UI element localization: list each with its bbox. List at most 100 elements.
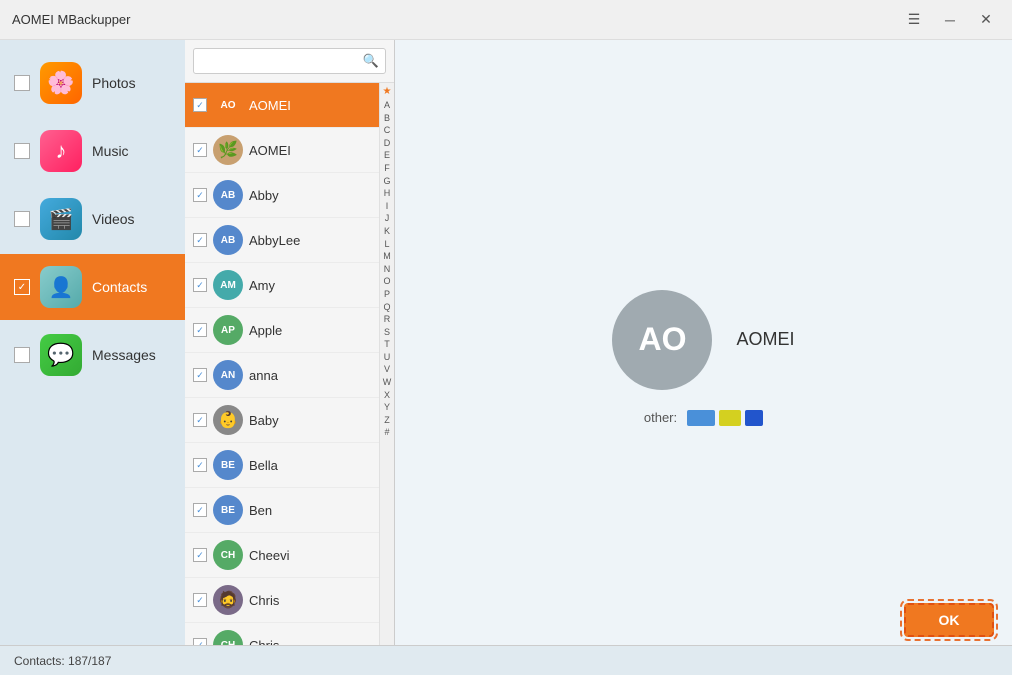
alpha-l[interactable]: L — [382, 238, 391, 251]
contact-item[interactable]: ✓ AB Abby — [185, 173, 379, 218]
alpha-i[interactable]: I — [384, 200, 391, 213]
main-area: 🌸 Photos ♪ Music 🎬 Videos ✓ 👤 Contacts — [0, 40, 1012, 675]
contact-list-wrap: ✓ AO AOMEI ✓ 🌿 AOMEI ✓ AB Abby — [185, 83, 394, 675]
contact-checkbox[interactable]: ✓ — [193, 98, 207, 112]
contact-item[interactable]: ✓ BE Ben — [185, 488, 379, 533]
contact-item[interactable]: ✓ AN anna — [185, 353, 379, 398]
contact-checkbox[interactable]: ✓ — [193, 233, 207, 247]
music-checkbox[interactable] — [14, 143, 30, 159]
alpha-hash[interactable]: # — [382, 426, 391, 439]
contact-checkbox[interactable]: ✓ — [193, 503, 207, 517]
alpha-b[interactable]: B — [382, 112, 392, 125]
contact-checkbox[interactable]: ✓ — [193, 413, 207, 427]
contact-name: Baby — [249, 413, 371, 428]
contact-list: ✓ AO AOMEI ✓ 🌿 AOMEI ✓ AB Abby — [185, 83, 379, 675]
alpha-o[interactable]: O — [381, 275, 392, 288]
contact-checkbox[interactable]: ✓ — [193, 323, 207, 337]
avatar: AN — [213, 360, 243, 390]
contacts-checkbox[interactable]: ✓ — [14, 279, 30, 295]
sidebar-item-photos[interactable]: 🌸 Photos — [0, 50, 185, 116]
alpha-j[interactable]: J — [383, 212, 392, 225]
alpha-q[interactable]: Q — [381, 301, 392, 314]
music-icon: ♪ — [40, 130, 82, 172]
detail-name: AOMEI — [736, 329, 794, 350]
contact-item[interactable]: ✓ CH Cheevi — [185, 533, 379, 578]
alpha-p[interactable]: P — [382, 288, 392, 301]
alpha-d[interactable]: D — [382, 137, 393, 150]
contact-checkbox[interactable]: ✓ — [193, 143, 207, 157]
sidebar-item-videos[interactable]: 🎬 Videos — [0, 186, 185, 252]
contact-name: Abby — [249, 188, 371, 203]
alpha-w[interactable]: W — [381, 376, 394, 389]
alpha-y[interactable]: Y — [382, 401, 392, 414]
videos-label: Videos — [92, 211, 135, 227]
alpha-index: ★ A B C D E F G H I J K L M N O P Q R S — [379, 83, 394, 675]
alpha-z[interactable]: Z — [382, 414, 392, 427]
alpha-u[interactable]: U — [382, 351, 393, 364]
avatar: AO — [213, 90, 243, 120]
contact-checkbox[interactable]: ✓ — [193, 458, 207, 472]
contact-item[interactable]: ✓ AM Amy — [185, 263, 379, 308]
contact-name: Amy — [249, 278, 371, 293]
alpha-e[interactable]: E — [382, 149, 392, 162]
contact-name: anna — [249, 368, 371, 383]
alpha-r[interactable]: R — [382, 313, 393, 326]
alpha-f[interactable]: F — [382, 162, 392, 175]
contact-name: Cheevi — [249, 548, 371, 563]
alpha-m[interactable]: M — [381, 250, 393, 263]
sidebar-item-contacts[interactable]: ✓ 👤 Contacts — [0, 254, 185, 320]
alpha-c[interactable]: C — [382, 124, 393, 137]
color-bar-2 — [719, 410, 741, 426]
contact-checkbox[interactable]: ✓ — [193, 278, 207, 292]
contact-item[interactable]: ✓ 👶 Baby — [185, 398, 379, 443]
photos-label: Photos — [92, 75, 136, 91]
contact-item[interactable]: ✓ AP Apple — [185, 308, 379, 353]
alpha-v[interactable]: V — [382, 363, 392, 376]
alpha-g[interactable]: G — [381, 175, 392, 188]
alpha-star[interactable]: ★ — [381, 85, 394, 99]
contact-name: Chris — [249, 593, 371, 608]
contact-name: Ben — [249, 503, 371, 518]
minimize-button[interactable]: ─ — [936, 6, 964, 34]
search-input[interactable] — [193, 48, 386, 74]
contact-name: Bella — [249, 458, 371, 473]
alpha-s[interactable]: S — [382, 326, 392, 339]
contact-checkbox[interactable]: ✓ — [193, 548, 207, 562]
alpha-x[interactable]: X — [382, 389, 392, 402]
search-bar: 🔍 — [185, 40, 394, 83]
contact-item[interactable]: ✓ AB AbbyLee — [185, 218, 379, 263]
avatar: BE — [213, 495, 243, 525]
contact-checkbox[interactable]: ✓ — [193, 188, 207, 202]
color-bar-3 — [745, 410, 763, 426]
avatar: AB — [213, 225, 243, 255]
alpha-t[interactable]: T — [382, 338, 392, 351]
contact-checkbox[interactable]: ✓ — [193, 593, 207, 607]
contact-item[interactable]: ✓ AO AOMEI — [185, 83, 379, 128]
contact-item[interactable]: ✓ 🧔 Chris — [185, 578, 379, 623]
search-icon: 🔍 — [363, 53, 379, 69]
photos-checkbox[interactable] — [14, 75, 30, 91]
sidebar-item-music[interactable]: ♪ Music — [0, 118, 185, 184]
contact-name: AbbyLee — [249, 233, 371, 248]
avatar: 🧔 — [213, 585, 243, 615]
contact-item[interactable]: ✓ 🌿 AOMEI — [185, 128, 379, 173]
contacts-count: Contacts: 187/187 — [14, 654, 111, 668]
sidebar-item-messages[interactable]: 💬 Messages — [0, 322, 185, 388]
messages-checkbox[interactable] — [14, 347, 30, 363]
alpha-k[interactable]: K — [382, 225, 392, 238]
videos-icon: 🎬 — [40, 198, 82, 240]
ok-button-wrap: OK — [904, 603, 994, 637]
contact-checkbox[interactable]: ✓ — [193, 368, 207, 382]
close-button[interactable]: ✕ — [972, 6, 1000, 34]
alpha-a[interactable]: A — [382, 99, 392, 112]
contacts-icon: 👤 — [40, 266, 82, 308]
titlebar: AOMEI MBackupper ☰ ─ ✕ — [0, 0, 1012, 40]
contact-item[interactable]: ✓ BE Bella — [185, 443, 379, 488]
videos-checkbox[interactable] — [14, 211, 30, 227]
menu-button[interactable]: ☰ — [900, 6, 928, 34]
avatar: CH — [213, 540, 243, 570]
ok-button[interactable]: OK — [904, 603, 994, 637]
alpha-h[interactable]: H — [382, 187, 393, 200]
alpha-n[interactable]: N — [382, 263, 393, 276]
contact-name: AOMEI — [249, 98, 371, 113]
